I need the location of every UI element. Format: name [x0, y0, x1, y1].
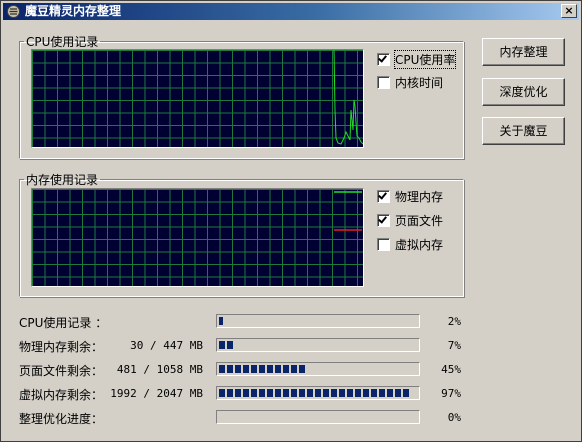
bar-fill: [219, 365, 307, 373]
checkbox-box[interactable]: [377, 76, 390, 89]
bar-fill: [219, 341, 233, 349]
virtual-memory-percent: 97%: [441, 387, 461, 400]
pagefile-progress-bar: [216, 362, 420, 376]
virtual-memory-remaining-label: 虚拟内存剩余：: [19, 388, 104, 402]
physical-memory-remaining-label: 物理内存剩余：: [19, 340, 104, 354]
physical-memory-progress-bar: [216, 338, 420, 352]
close-button[interactable]: ×: [561, 4, 577, 18]
cpu-progress-bar: [216, 314, 420, 328]
pagefile-remaining-amount: 481 / 1058 MB: [116, 363, 203, 376]
memory-line-chart: [334, 191, 362, 231]
pagefile-remaining-label: 页面文件剩余：: [19, 364, 104, 378]
app-window: 魔豆精灵内存整理 × CPU使用记录 CPU使用率 内核时间 内存使用记录 物理…: [0, 0, 582, 442]
about-button[interactable]: 关于魔豆: [482, 117, 565, 145]
cpu-usage-graph: [31, 49, 364, 148]
pagefile-label: 页面文件: [395, 214, 444, 228]
optimize-progress-label: 整理优化进度：: [19, 412, 104, 426]
checkbox-box[interactable]: [377, 190, 390, 203]
kernel-time-checkbox[interactable]: 内核时间: [377, 74, 443, 91]
memory-group-legend: 内存使用记录: [26, 173, 99, 187]
physical-memory-checkbox[interactable]: 物理内存: [377, 188, 443, 205]
app-logo-icon: [7, 5, 20, 18]
cpu-usage-label: CPU使用率: [393, 50, 457, 69]
physical-memory-remaining-amount: 30 / 447 MB: [130, 339, 203, 352]
optimize-progress-bar: [216, 410, 420, 424]
kernel-time-label: 内核时间: [395, 76, 444, 90]
pagefile-checkbox[interactable]: 页面文件: [377, 212, 443, 229]
cpu-record-label: CPU使用记录 ：: [19, 316, 108, 330]
checkbox-box[interactable]: [377, 214, 390, 227]
virtual-memory-remaining-amount: 1992 / 2047 MB: [110, 387, 203, 400]
bar-fill: [219, 389, 409, 397]
checkbox-box[interactable]: [377, 53, 390, 66]
pagefile-percent: 45%: [441, 363, 461, 376]
window-title: 魔豆精灵内存整理: [25, 4, 122, 18]
physical-memory-percent: 7%: [447, 339, 461, 352]
optimize-percent: 0%: [447, 411, 461, 424]
virtual-memory-progress-bar: [216, 386, 420, 400]
bar-fill: [219, 317, 223, 325]
optimize-memory-button[interactable]: 内存整理: [482, 38, 565, 66]
virtual-memory-label: 虚拟内存: [395, 238, 444, 252]
physical-memory-label: 物理内存: [395, 190, 444, 204]
cpu-line-chart: [333, 50, 363, 145]
checkbox-box[interactable]: [377, 238, 390, 251]
memory-usage-graph: [31, 188, 364, 287]
cpu-percent: 2%: [447, 315, 461, 328]
cpu-group-legend: CPU使用记录: [26, 35, 99, 49]
cpu-usage-checkbox[interactable]: CPU使用率: [377, 50, 457, 69]
deep-optimize-button[interactable]: 深度优化: [482, 78, 565, 106]
close-icon: ×: [564, 4, 574, 17]
title-bar[interactable]: 魔豆精灵内存整理 ×: [3, 3, 579, 20]
virtual-memory-checkbox[interactable]: 虚拟内存: [377, 236, 443, 253]
cpu-usage-line: [333, 50, 363, 145]
